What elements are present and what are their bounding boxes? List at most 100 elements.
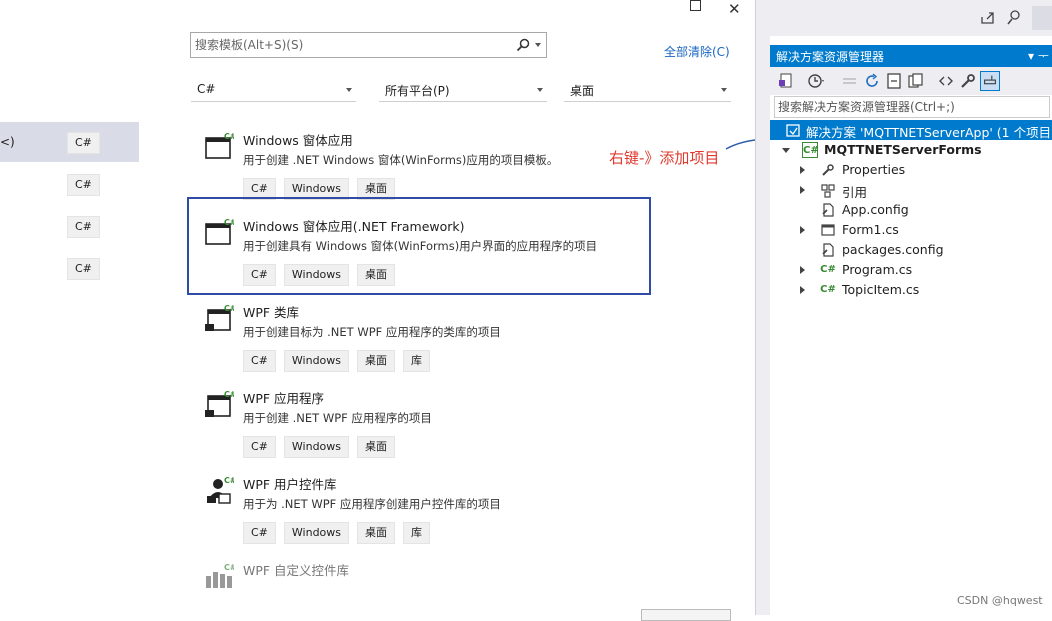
solution-explorer-titlebar: 解决方案资源管理器 ▾ ᅮ — [770, 45, 1052, 67]
pin-icon[interactable]: ▾ ᅮ — [1028, 47, 1049, 64]
solution-search-box — [774, 96, 1050, 118]
tree-item-program-cs[interactable]: C# Program.cs — [770, 260, 1052, 280]
form-icon — [821, 224, 835, 236]
sync-icon[interactable] — [840, 71, 860, 91]
tree-item-form1[interactable]: Form1.cs — [770, 220, 1052, 240]
tree-item-app-config[interactable]: App.config — [770, 200, 1052, 220]
config-file-icon — [822, 203, 834, 217]
svg-text:C#: C# — [224, 563, 234, 572]
template-item-wpf-app[interactable]: C# WPF 应用程序 用于创建 .NET WPF 应用程序的项目 C# Win… — [200, 382, 650, 468]
create-project-dialog: ✕ <) C# C# C# C# 全部清除(C) C# 所有平台(P) 桌面 — [0, 0, 773, 621]
tree-item-label: MQTTNETServerForms — [824, 142, 982, 157]
template-description: 用于为 .NET WPF 应用程序创建用户控件库的项目 — [243, 497, 501, 511]
wpf-library-icon: C# — [205, 304, 234, 331]
divider — [379, 101, 547, 102]
language-tag: C# — [67, 258, 100, 280]
expand-arrow-icon[interactable] — [800, 166, 805, 174]
wpf-app-icon: C# — [205, 390, 234, 417]
recent-template-item[interactable]: C# — [0, 206, 139, 246]
tree-item-properties[interactable]: Properties — [770, 160, 1052, 180]
panel-title: 解决方案资源管理器 — [776, 50, 885, 64]
search-icon[interactable] — [516, 38, 530, 52]
csharp-file-icon: C# — [820, 264, 836, 275]
tree-item-solution[interactable]: 解决方案 'MQTTNETServerApp' (1 个项目, — [770, 120, 1052, 140]
tree-item-project[interactable]: C# MQTTNETServerForms — [770, 140, 1052, 160]
tree-item-topicitem-cs[interactable]: C# TopicItem.cs — [770, 280, 1052, 300]
language-filter-value: C# — [197, 82, 216, 96]
tree-item-label: packages.config — [842, 242, 944, 257]
language-tag: C# — [243, 522, 276, 544]
template-search-box — [190, 32, 547, 58]
tree-item-packages-config[interactable]: packages.config — [770, 240, 1052, 260]
preview-icon[interactable] — [980, 71, 1000, 91]
template-item-wpf-class-library[interactable]: C# WPF 类库 用于创建目标为 .NET WPF 应用程序的类库的项目 C#… — [200, 296, 650, 382]
project-type-tag: 桌面 — [357, 350, 396, 372]
expand-arrow-icon[interactable] — [782, 148, 790, 153]
expand-arrow-icon[interactable] — [800, 266, 805, 274]
show-all-files-icon[interactable] — [906, 71, 926, 91]
wrench-icon — [822, 164, 834, 176]
solution-search-input[interactable] — [775, 97, 1049, 117]
wrench-icon[interactable] — [958, 71, 978, 91]
template-item-wpf-custom-control-library[interactable]: C# WPF 自定义控件库 — [200, 554, 650, 594]
recent-template-item[interactable]: C# — [0, 248, 139, 288]
language-filter-dropdown[interactable]: C# — [191, 78, 356, 102]
splitter[interactable] — [755, 0, 770, 615]
template-item-wpf-user-control-library[interactable]: C# WPF 用户控件库 用于为 .NET WPF 应用程序创建用户控件库的项目… — [200, 468, 650, 554]
account-button[interactable] — [1032, 6, 1052, 30]
language-tag: C# — [67, 216, 100, 238]
view-code-icon[interactable] — [936, 71, 956, 91]
template-search-input[interactable] — [191, 33, 511, 57]
user-control-icon: C# — [207, 476, 234, 504]
divider — [564, 101, 731, 102]
language-tag: C# — [243, 436, 276, 458]
recent-template-label: <) — [0, 135, 15, 149]
recent-template-item[interactable]: C# — [0, 164, 139, 204]
csharp-project-icon: C# — [802, 142, 819, 158]
svg-text:C#: C# — [224, 304, 234, 313]
solution-explorer-panel: 解决方案资源管理器 ▾ ᅮ 搜索解决方案资源管理器(Ctrl+;) 解决方案 '… — [770, 0, 1052, 615]
maximize-button[interactable] — [690, 0, 701, 11]
csharp-file-icon: C# — [820, 284, 836, 295]
custom-control-icon: C# — [206, 563, 234, 588]
refresh-icon[interactable] — [862, 71, 882, 91]
expand-arrow-icon[interactable] — [800, 186, 805, 194]
expand-arrow-icon[interactable] — [800, 286, 805, 294]
platform-tag: Windows — [283, 350, 350, 372]
config-file-icon — [822, 243, 834, 257]
history-icon[interactable] — [806, 71, 826, 91]
top-toolbar — [770, 0, 1052, 36]
switch-views-icon[interactable] — [776, 71, 796, 91]
clear-all-link[interactable]: 全部清除(C) — [664, 43, 730, 60]
platform-filter-dropdown[interactable]: 所有平台(P) — [379, 78, 547, 102]
language-tag: C# — [243, 350, 276, 372]
next-button[interactable] — [641, 609, 731, 621]
tree-item-label: TopicItem.cs — [842, 282, 920, 297]
expand-arrow-icon[interactable] — [800, 226, 805, 234]
tree-item-label: App.config — [842, 202, 909, 217]
template-name: WPF 应用程序 — [243, 391, 325, 406]
chevron-down-icon[interactable] — [535, 43, 541, 47]
tree-item-label: Form1.cs — [842, 222, 899, 237]
project-type-filter-dropdown[interactable]: 桌面 — [564, 78, 731, 102]
feedback-icon[interactable] — [1006, 9, 1022, 25]
platform-filter-value: 所有平台(P) — [385, 84, 450, 98]
project-type-tag: 桌面 — [357, 522, 396, 544]
tree-item-label: Properties — [842, 162, 906, 177]
tree-item-references[interactable]: 引用 — [770, 180, 1052, 200]
template-description: 用于创建 .NET WPF 应用程序的项目 — [243, 411, 432, 425]
svg-text:C#: C# — [224, 476, 234, 485]
chevron-down-icon — [537, 88, 543, 92]
template-name: WPF 自定义控件库 — [243, 563, 350, 578]
collapse-all-icon[interactable] — [884, 71, 904, 91]
close-icon[interactable]: ✕ — [728, 0, 741, 18]
share-icon[interactable] — [980, 9, 996, 25]
library-tag: 库 — [403, 522, 431, 544]
recent-template-item[interactable]: <) C# — [0, 122, 139, 162]
template-name: WPF 类库 — [243, 305, 300, 320]
chevron-down-icon — [721, 88, 727, 92]
divider — [191, 101, 356, 102]
library-tag: 库 — [403, 350, 431, 372]
template-description: 用于创建目标为 .NET WPF 应用程序的类库的项目 — [243, 325, 501, 339]
chevron-down-icon — [346, 88, 352, 92]
